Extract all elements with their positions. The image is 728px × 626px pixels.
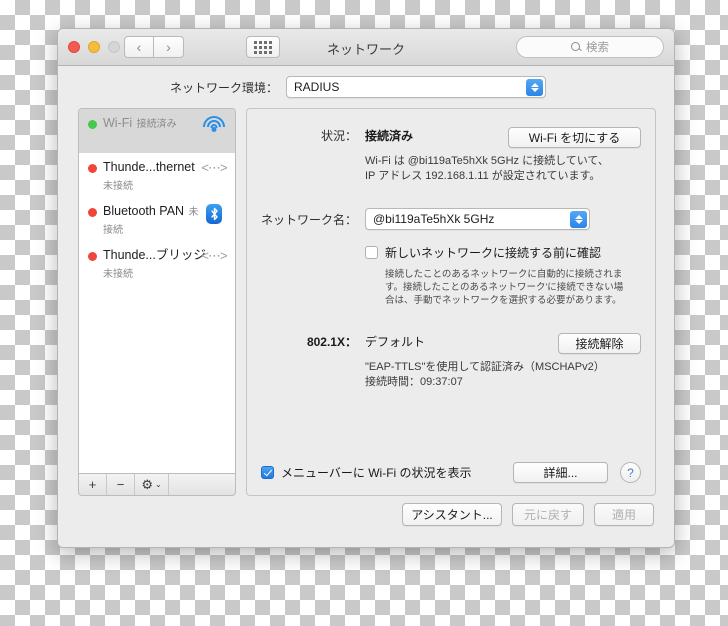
ask-to-join-checkbox[interactable] — [365, 246, 378, 259]
bluetooth-icon — [201, 202, 227, 224]
add-service-button[interactable]: + — [79, 474, 107, 495]
network-environment-value: RADIUS — [294, 80, 340, 94]
chevron-down-icon: ⌄ — [154, 480, 162, 489]
menubar-row: メニューバーに Wi-Fi の状況を表示 詳細... ? — [261, 462, 641, 483]
assistant-button[interactable]: アシスタント... — [402, 503, 502, 526]
network-environment-row: ネットワーク環境： RADIUS — [58, 66, 674, 108]
dot1x-value: デフォルト — [365, 335, 426, 349]
sidebar-item-wifi[interactable]: Wi-Fi 接続済み — [79, 109, 235, 153]
service-name: Thunde...ブリッジ — [103, 248, 206, 262]
help-button[interactable]: ? — [620, 462, 641, 483]
sidebar-item-thunderbolt-ethernet[interactable]: Thunde...thernet 未接続 <⋯> — [79, 153, 235, 197]
ask-to-join-help-line-3: 合は、手動でネットワークを選択する必要があります。 — [385, 295, 622, 306]
status-detail-line-1: Wi-Fi は @bi119aTe5hXk 5GHz に接続していて、 — [365, 155, 609, 167]
ask-to-join-label: 新しいネットワークに接続する前に確認 — [385, 246, 602, 260]
search-icon — [571, 42, 581, 52]
footer-filler — [169, 474, 235, 495]
dot1x-row: 802.1X： デフォルト 接続解除 "EAP-TTLS"を使用して認証済み（M… — [247, 333, 655, 390]
status-label: 状況： — [320, 129, 357, 143]
window-titlebar: ‹ › ネットワーク 検索 — [58, 29, 674, 66]
network-preferences-window: ‹ › ネットワーク 検索 ネットワーク環境： RADIUS Wi-Fi 接続済… — [57, 28, 675, 548]
network-name-value: @bi119aTe5hXk 5GHz — [373, 212, 495, 226]
status-detail-line-2: IP アドレス 192.168.1.11 が設定されています。 — [365, 170, 601, 182]
ask-to-join-spacer — [247, 244, 365, 307]
status-dot-disconnected — [88, 252, 97, 261]
wifi-settings-panel: 状況： 接続済み Wi-Fi を切にする Wi-Fi は @bi119aTe5h… — [246, 108, 656, 496]
network-name-select[interactable]: @bi119aTe5hXk 5GHz — [365, 208, 590, 230]
search-placeholder: 検索 — [586, 42, 609, 54]
status-dot-disconnected — [88, 164, 97, 173]
chevron-updown-icon[interactable] — [526, 79, 543, 96]
network-name-label: ネットワーク名： — [260, 212, 357, 227]
wifi-toggle-button[interactable]: Wi-Fi を切にする — [508, 127, 641, 148]
advanced-button[interactable]: 詳細... — [513, 462, 608, 483]
search-input[interactable]: 検索 — [516, 36, 664, 58]
window-bottom-bar: アシスタント... 元に戻す 適用 — [58, 495, 674, 547]
service-status: 接続済み — [136, 119, 177, 130]
wifi-icon — [201, 114, 227, 132]
show-wifi-status-label: メニューバーに Wi-Fi の状況を表示 — [281, 466, 472, 480]
network-environment-select[interactable]: RADIUS — [286, 76, 546, 98]
service-name: Wi-Fi — [103, 116, 133, 130]
revert-button: 元に戻す — [512, 503, 584, 526]
ask-to-join-row: 新しいネットワークに接続する前に確認 接続したことのあるネットワークに自動的に接… — [247, 244, 655, 307]
service-list-footer: + − ⚙ ⌄ — [78, 474, 236, 496]
status-dot-disconnected — [88, 208, 97, 217]
dot1x-detail-line-2: 接続時間：09:37:07 — [365, 376, 463, 388]
service-name: Bluetooth PAN — [103, 204, 185, 218]
gear-icon: ⚙ — [141, 476, 153, 492]
dot1x-disconnect-button[interactable]: 接続解除 — [558, 333, 641, 354]
status-value: 接続済み — [365, 129, 414, 143]
remove-service-button[interactable]: − — [107, 474, 135, 495]
network-environment-label: ネットワーク環境： — [169, 80, 278, 95]
status-row: 状況： 接続済み Wi-Fi を切にする Wi-Fi は @bi119aTe5h… — [247, 127, 655, 184]
thunderbolt-icon: <⋯> — [201, 248, 227, 263]
apply-button: 適用 — [594, 503, 654, 526]
service-actions-button[interactable]: ⚙ ⌄ — [135, 474, 169, 495]
service-status: 未接続 — [103, 269, 133, 280]
sidebar-item-bluetooth-pan[interactable]: Bluetooth PAN 未接続 — [79, 197, 235, 241]
chevron-updown-icon[interactable] — [570, 211, 587, 228]
ask-to-join-help-line-2: す。接続したことのあるネットワーク'に接続できない場 — [385, 282, 624, 293]
ask-to-join-help-line-1: 接続したことのあるネットワークに自動的に接続されま — [385, 269, 623, 280]
network-name-row: ネットワーク名： @bi119aTe5hXk 5GHz — [247, 208, 655, 230]
service-status: 未接続 — [103, 181, 133, 192]
window-body: Wi-Fi 接続済み Thunde...thernet 未接続 <⋯> Blue… — [58, 108, 674, 547]
status-dot-connected — [88, 120, 97, 129]
dot1x-detail-line-1: "EAP-TTLS"を使用して認証済み（MSCHAPv2） — [365, 361, 605, 373]
show-wifi-status-checkbox[interactable] — [261, 466, 274, 479]
dot1x-label: 802.1X： — [306, 335, 357, 349]
thunderbolt-icon: <⋯> — [201, 160, 227, 175]
service-name: Thunde...thernet — [103, 160, 195, 174]
sidebar-item-thunderbolt-bridge[interactable]: Thunde...ブリッジ 未接続 <⋯> — [79, 241, 235, 285]
service-list[interactable]: Wi-Fi 接続済み Thunde...thernet 未接続 <⋯> Blue… — [78, 108, 236, 474]
